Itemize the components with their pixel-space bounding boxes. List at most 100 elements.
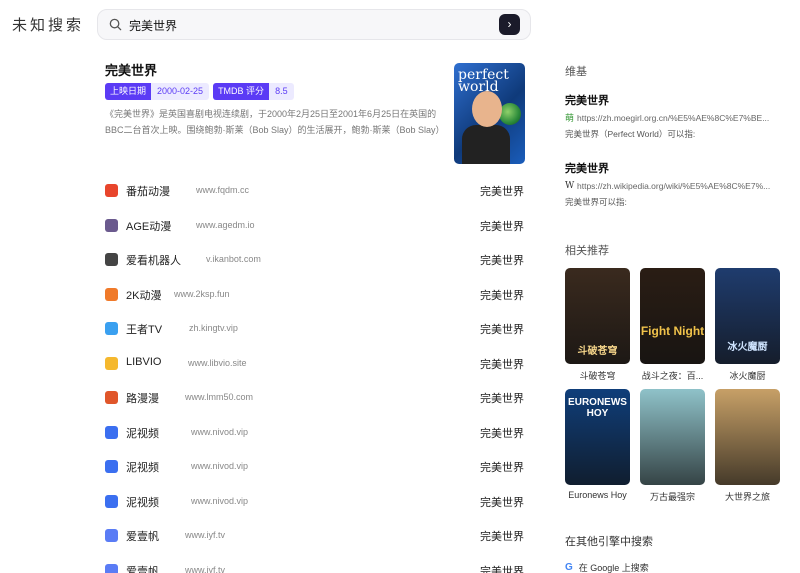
source-match-title[interactable]: 完美世界	[480, 287, 524, 303]
google-search-link[interactable]: G 在 Google 上搜索	[565, 561, 649, 573]
wiki-title[interactable]: 完美世界	[565, 160, 785, 176]
source-name[interactable]: 2K动漫	[126, 287, 161, 303]
source-name[interactable]: 爱看机器人	[126, 252, 181, 268]
recommendation-item[interactable]: 斗破苍穹 斗破苍穹	[565, 268, 630, 382]
source-match-title[interactable]: 完美世界	[480, 494, 524, 510]
wiki-url-text: https://zh.wikipedia.org/wiki/%E5%AE%8C%…	[577, 181, 771, 191]
source-site[interactable]: www.nivod.vip	[191, 427, 248, 437]
source-site[interactable]: www.2ksp.fun	[174, 289, 230, 299]
recommendation-caption[interactable]: 万古最强宗	[640, 490, 705, 503]
figure-face	[472, 91, 502, 127]
badge-key: 上映日期	[105, 83, 152, 100]
source-match-title[interactable]: 完美世界	[480, 252, 524, 268]
source-favicon-icon	[105, 494, 118, 508]
source-name[interactable]: 爱壹帆	[126, 528, 159, 544]
source-site[interactable]: www.lmm50.com	[185, 392, 253, 402]
source-match-title[interactable]: 完美世界	[480, 218, 524, 234]
search-input[interactable]	[129, 15, 489, 35]
poster-title: perfect world	[458, 67, 509, 95]
site-logo[interactable]: 未知搜索	[12, 14, 84, 35]
source-row[interactable]: LIBVIO www.libvio.site 完美世界	[105, 353, 525, 388]
source-row[interactable]: 2K动漫 www.2ksp.fun 完美世界	[105, 284, 525, 319]
recommendation-item[interactable]: Fight Night 战斗之夜：百...	[640, 268, 705, 382]
source-row[interactable]: 爱壹帆 www.iyf.tv 完美世界	[105, 525, 525, 560]
source-name[interactable]: 泥视频	[126, 459, 159, 475]
source-site[interactable]: www.nivod.vip	[191, 496, 248, 506]
source-name[interactable]: 泥视频	[126, 425, 159, 441]
recommendation-item[interactable]: 万古最强宗	[640, 389, 705, 503]
source-site[interactable]: v.ikanbot.com	[206, 254, 261, 264]
source-match-title[interactable]: 完美世界	[480, 459, 524, 475]
arrow-right-icon[interactable]: ›	[499, 14, 520, 35]
wiki-url[interactable]: W https://zh.wikipedia.org/wiki/%E5%AE%8…	[565, 181, 783, 191]
recommendation-caption[interactable]: 战斗之夜：百...	[640, 369, 705, 382]
source-row[interactable]: 泥视频 www.nivod.vip 完美世界	[105, 491, 525, 526]
recommendation-thumbnail[interactable]: 斗破苍穹	[565, 268, 630, 364]
source-match-title[interactable]: 完美世界	[480, 321, 524, 337]
source-row[interactable]: 泥视频 www.nivod.vip 完美世界	[105, 422, 525, 457]
source-favicon-icon	[105, 460, 118, 473]
source-site[interactable]: zh.kingtv.vip	[189, 323, 238, 333]
recommendation-caption[interactable]: 斗破苍穹	[565, 369, 630, 382]
source-name[interactable]: 路漫漫	[126, 390, 159, 406]
result-card: 完美世界 上映日期 2000-02-25 TMDB 评分 8.5 《完美世界》是…	[105, 60, 525, 164]
source-favicon-icon	[105, 563, 118, 573]
source-site[interactable]: www.agedm.io	[196, 220, 255, 230]
source-match-title[interactable]: 完美世界	[480, 183, 524, 199]
source-site[interactable]: www.libvio.site	[188, 358, 247, 368]
header: 未知搜索 ›	[0, 0, 800, 48]
source-name[interactable]: 泥视频	[126, 494, 159, 510]
source-row[interactable]: 爱壹帆 www.iyf.tv 完美世界	[105, 560, 525, 573]
source-match-title[interactable]: 完美世界	[480, 563, 524, 573]
search-bar[interactable]: ›	[97, 9, 531, 40]
source-row[interactable]: 泥视频 www.nivod.vip 完美世界	[105, 456, 525, 491]
source-match-title[interactable]: 完美世界	[480, 425, 524, 441]
source-site[interactable]: www.iyf.tv	[185, 565, 225, 573]
source-name[interactable]: 爱壹帆	[126, 563, 159, 573]
result-badges: 上映日期 2000-02-25 TMDB 评分 8.5	[105, 83, 294, 100]
source-site[interactable]: www.fqdm.cc	[196, 185, 249, 195]
recommendation-caption[interactable]: Euronews Hoy	[565, 490, 630, 500]
recommendation-item[interactable]: EURONEWS HOY Euronews Hoy	[565, 389, 630, 503]
source-row[interactable]: 王者TV zh.kingtv.vip 完美世界	[105, 318, 525, 353]
recommendation-thumbnail[interactable]: Fight Night	[640, 268, 705, 364]
recommendations-title: 相关推荐	[565, 245, 609, 257]
source-row[interactable]: 番茄动漫 www.fqdm.cc 完美世界	[105, 180, 525, 215]
source-name[interactable]: LIBVIO	[126, 356, 161, 368]
wiki-snippet: 完美世界可以指:	[565, 197, 627, 207]
source-name[interactable]: AGE动漫	[126, 218, 171, 234]
recommendation-caption[interactable]: 冰火魔厨	[715, 369, 780, 382]
recommendation-caption[interactable]: 大世界之旅	[715, 490, 780, 503]
recommendation-thumbnail[interactable]: 冰火魔厨	[715, 268, 780, 364]
source-name[interactable]: 番茄动漫	[126, 183, 170, 199]
wiki-entry[interactable]: 完美世界 萌 https://zh.moegirl.org.cn/%E5%AE%…	[565, 92, 785, 140]
thumbnail-title: 斗破苍穹	[577, 346, 618, 357]
source-match-title[interactable]: 完美世界	[480, 528, 524, 544]
thumbnail-title: 冰火魔厨	[727, 342, 768, 353]
wiki-title[interactable]: 完美世界	[565, 92, 785, 108]
globe-graphic	[499, 103, 521, 125]
source-row[interactable]: AGE动漫 www.agedm.io 完美世界	[105, 215, 525, 250]
thumbnail-title: EURONEWS HOY	[568, 397, 627, 419]
recommendation-item[interactable]: 冰火魔厨 冰火魔厨	[715, 268, 780, 382]
source-site[interactable]: www.iyf.tv	[185, 530, 225, 540]
source-name[interactable]: 王者TV	[126, 321, 162, 337]
result-poster[interactable]: perfect world	[454, 63, 525, 164]
recommendation-thumbnail[interactable]: EURONEWS HOY	[565, 389, 630, 485]
wiki-url[interactable]: 萌 https://zh.moegirl.org.cn/%E5%AE%8C%E7…	[565, 113, 783, 123]
source-favicon-icon	[105, 425, 118, 439]
source-row[interactable]: 路漫漫 www.lmm50.com 完美世界	[105, 387, 525, 422]
recommendation-thumbnail[interactable]	[715, 389, 780, 485]
recommendation-thumbnail[interactable]	[640, 389, 705, 485]
wiki-entry[interactable]: 完美世界 W https://zh.wikipedia.org/wiki/%E5…	[565, 160, 785, 208]
wiki-url-text: https://zh.moegirl.org.cn/%E5%AE%8C%E7%B…	[577, 113, 770, 123]
source-row[interactable]: 爱看机器人 v.ikanbot.com 完美世界	[105, 249, 525, 284]
recommendation-item[interactable]: 大世界之旅	[715, 389, 780, 503]
wikipedia-icon: W	[565, 181, 575, 191]
source-match-title[interactable]: 完美世界	[480, 390, 524, 406]
source-match-title[interactable]: 完美世界	[480, 356, 524, 372]
page: 未知搜索 › 完美世界 上映日期 2000-02-25 TMDB 评分 8.5 …	[0, 0, 800, 573]
source-site[interactable]: www.nivod.vip	[191, 461, 248, 471]
release-date-badge: 上映日期 2000-02-25	[105, 83, 210, 100]
source-favicon-icon	[105, 529, 118, 542]
